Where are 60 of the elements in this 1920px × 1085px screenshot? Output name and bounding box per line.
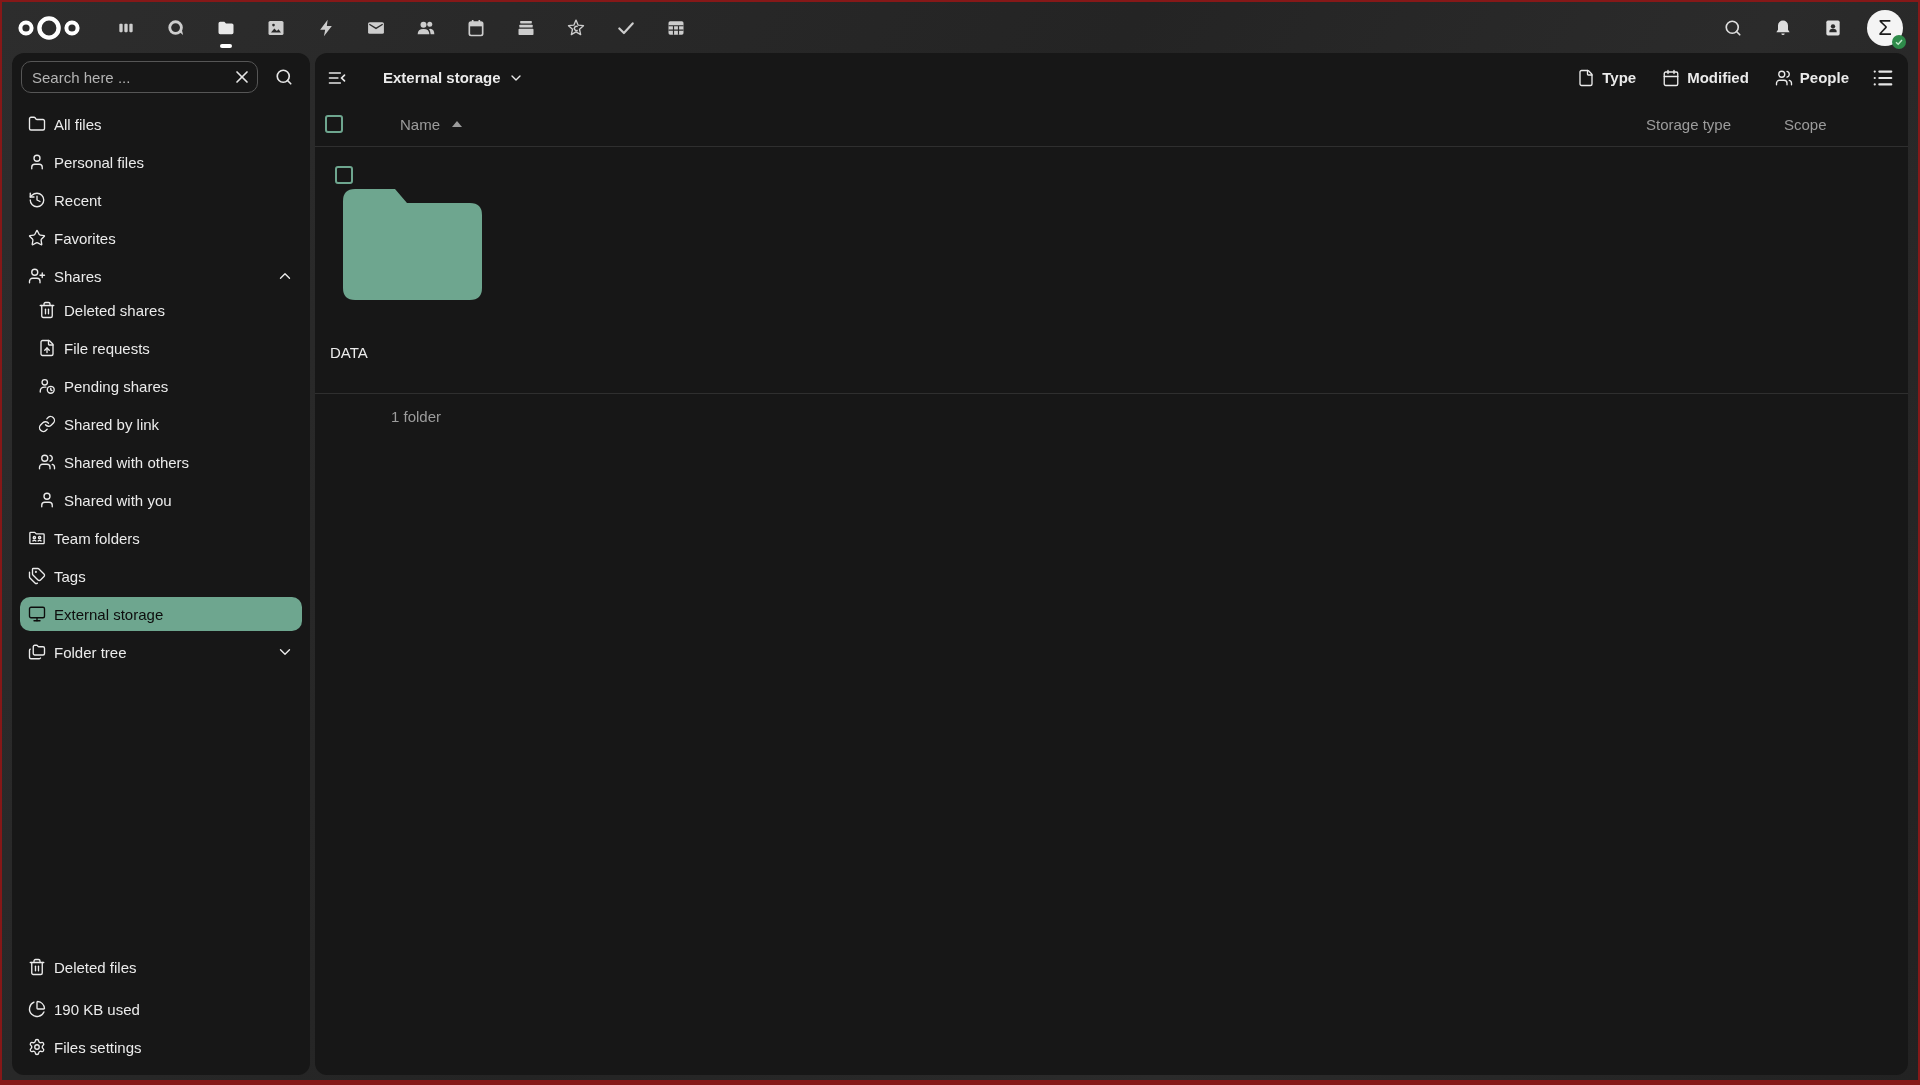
calendar-icon: [1662, 68, 1681, 87]
nav-item[interactable]: External storage: [20, 597, 302, 631]
nav-item[interactable]: Favorites: [20, 221, 302, 255]
nav-item[interactable]: Shared with you: [20, 483, 302, 517]
nav-item[interactable]: Shared by link: [20, 407, 302, 441]
item-count: 1 folder: [391, 407, 442, 425]
nav-item[interactable]: Deleted shares: [20, 293, 302, 327]
search-icon: [275, 68, 294, 86]
search-field[interactable]: Search here ...: [21, 61, 259, 93]
nav-item[interactable]: Deleted files: [20, 950, 302, 984]
user-icon: [28, 153, 46, 171]
user-clock-icon: [38, 377, 56, 395]
monitor-icon: [28, 605, 46, 623]
history-icon: [28, 191, 46, 209]
file-name[interactable]: DATA: [330, 343, 368, 363]
tags-icon: [28, 567, 46, 585]
folder-people-icon: [28, 529, 46, 547]
search-icon: [1724, 18, 1742, 37]
pie-chart-icon: [28, 1000, 46, 1018]
user-plus-icon: [28, 267, 46, 285]
select-all-checkbox[interactable]: [325, 115, 343, 133]
trash-icon: [38, 301, 56, 319]
three-circles-logo[interactable]: [18, 15, 80, 40]
nav-item[interactable]: Team folders: [20, 521, 302, 555]
filter-button[interactable]: Modified: [1653, 60, 1758, 95]
breadcrumb-button[interactable]: External storage: [371, 60, 536, 95]
people-icon: [38, 453, 56, 471]
column-header[interactable]: Name: [400, 115, 462, 133]
column-header[interactable]: Scope: [1784, 115, 1827, 133]
nav-item[interactable]: Files settings: [20, 1030, 302, 1064]
people-icon: [1774, 68, 1793, 87]
user-avatar[interactable]: Σ: [1867, 9, 1903, 46]
nav-item[interactable]: File requests: [20, 331, 302, 365]
nav-item[interactable]: Pending shares: [20, 369, 302, 403]
folder-icon: [28, 115, 46, 133]
settings-icon: [28, 1038, 46, 1056]
file-upload-icon: [38, 339, 56, 357]
active-indicator: [220, 43, 232, 48]
column-header[interactable]: Storage type: [1646, 115, 1732, 133]
trash-icon: [28, 958, 46, 976]
nav-item[interactable]: Recent: [20, 183, 302, 217]
folders-icon: [28, 643, 46, 661]
folder-icon[interactable]: [343, 189, 482, 300]
star-icon: [28, 229, 46, 247]
nav-item[interactable]: Shared with others: [20, 445, 302, 479]
item-checkbox[interactable]: [335, 166, 353, 184]
nav-item[interactable]: Tags: [20, 559, 302, 593]
nav-item[interactable]: All files: [20, 107, 302, 141]
nav-item[interactable]: Shares: [20, 259, 302, 293]
star-icon: [566, 17, 586, 38]
user-icon: [38, 491, 56, 509]
link-icon: [38, 415, 56, 433]
calendar-icon: [466, 17, 486, 38]
nav-item[interactable]: 190 KB used: [20, 992, 302, 1026]
nav-item[interactable]: Folder tree: [20, 635, 302, 669]
file-icon: [1577, 68, 1596, 87]
filter-button[interactable]: Type: [1568, 60, 1646, 95]
chat-bubble-icon: [166, 17, 186, 38]
filter-button[interactable]: People: [1765, 60, 1858, 95]
nav-item[interactable]: Personal files: [20, 145, 302, 179]
